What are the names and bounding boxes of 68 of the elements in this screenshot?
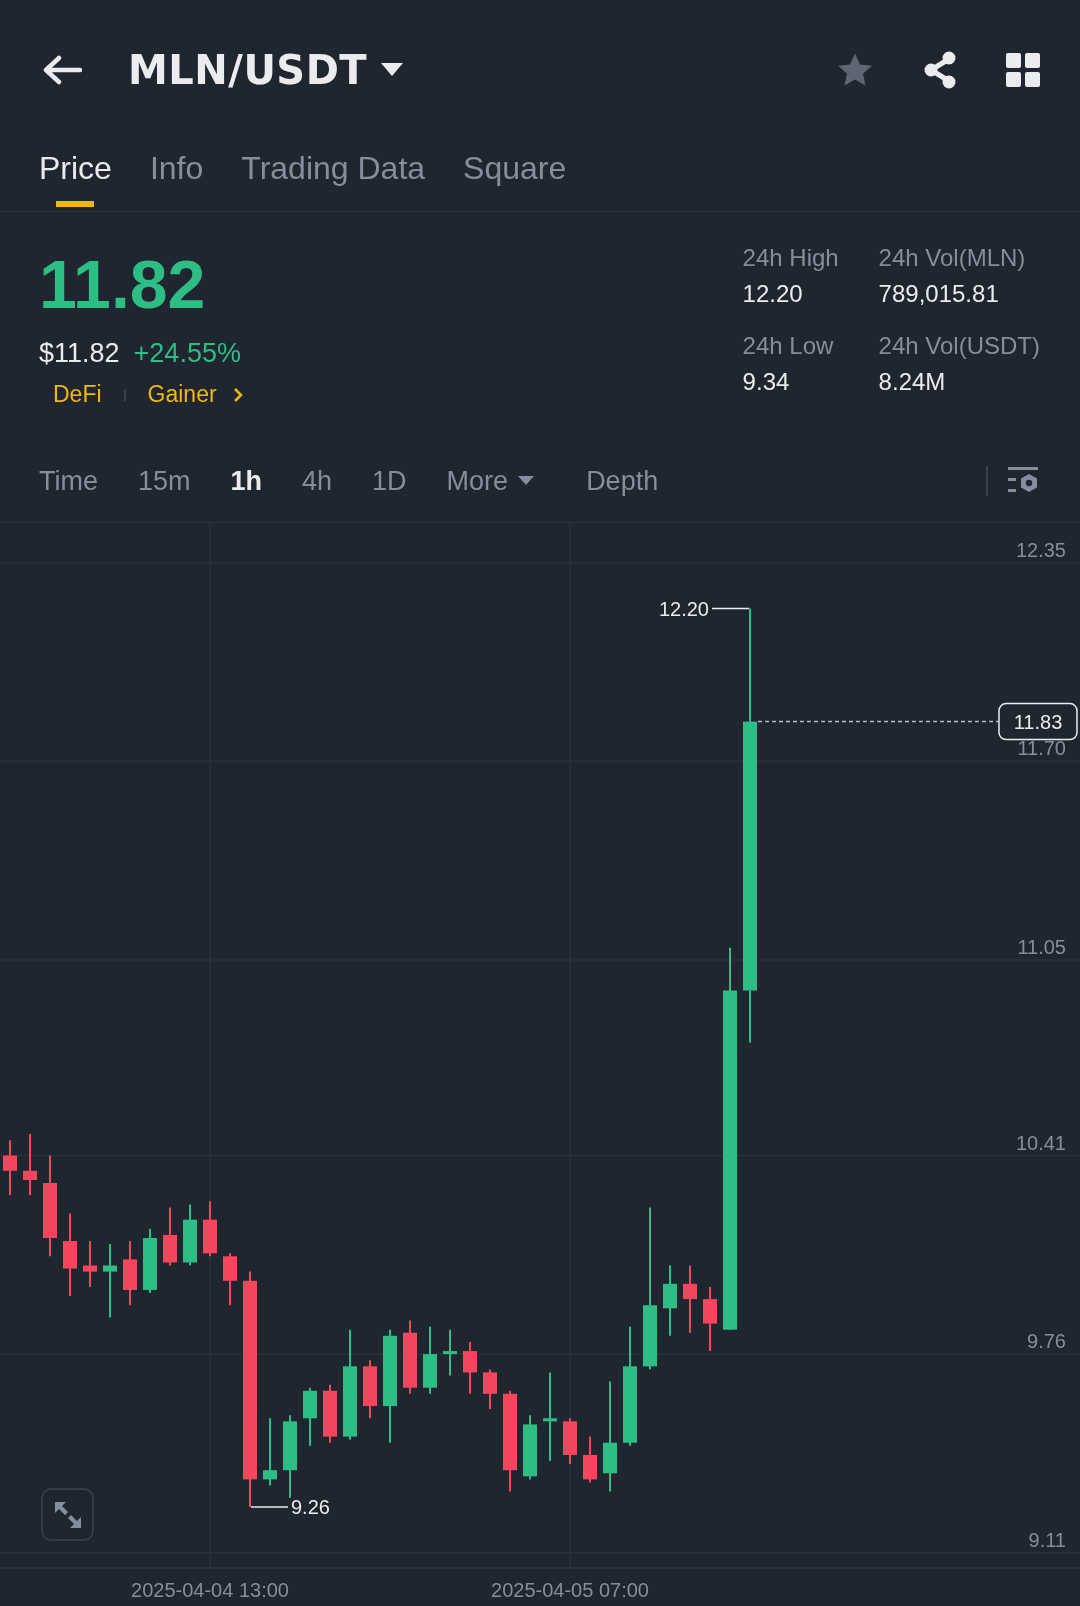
leader-line (711, 607, 750, 610)
tag-link[interactable]: DeFi (53, 381, 102, 408)
candlestick (23, 1133, 37, 1197)
high-label: 12.20 (658, 597, 709, 620)
candlestick (3, 1139, 17, 1197)
stat-label: 24h High (742, 244, 840, 272)
candlestick (123, 1240, 137, 1307)
candlestick (323, 1383, 337, 1444)
axis-label: 12.35 (1015, 538, 1066, 561)
chevron-icon[interactable] (232, 386, 243, 403)
tag-link[interactable]: Gainer (147, 381, 217, 408)
chart-settings-icon[interactable] (1008, 467, 1040, 495)
stat-label: 24h Low (742, 332, 835, 360)
tab[interactable]: Trading Data (241, 140, 426, 212)
low-label: 9.26 (291, 1495, 330, 1518)
candlestick (363, 1359, 377, 1420)
axis-label: 9.76 (1027, 1330, 1066, 1353)
candlestick (563, 1417, 577, 1466)
candlestick (683, 1264, 697, 1334)
interval-tab[interactable]: 4h (302, 465, 333, 497)
pair-title[interactable]: MLN/USDT (128, 47, 368, 93)
stat-value: 8.24M (878, 368, 947, 396)
candlestick (223, 1252, 237, 1307)
price-tag: 11.83 (998, 702, 1078, 741)
interval-tab[interactable]: More (446, 465, 535, 497)
stat-value: 9.34 (742, 368, 791, 396)
candlestick (303, 1386, 317, 1447)
candlestick (203, 1200, 217, 1258)
candlestick (583, 1435, 597, 1484)
tab[interactable]: Square (463, 140, 567, 212)
stat-value: 12.20 (742, 280, 804, 308)
axis-label: 10.41 (1015, 1131, 1066, 1154)
back-icon[interactable] (42, 55, 82, 85)
axis-label: 2025-04-05 07:00 (491, 1579, 649, 1601)
interval-tab[interactable]: 1h (230, 465, 263, 497)
axis-label: 2025-04-04 13:00 (131, 1579, 289, 1601)
leader-line (250, 1506, 289, 1508)
interval-tab[interactable]: 15m (138, 465, 191, 497)
interval-tab[interactable]: Time (39, 465, 98, 497)
annotation: 11.83 (1013, 710, 1063, 733)
price-change: +24.55% (133, 338, 241, 369)
stat-value: 789,015.81 (878, 280, 1000, 308)
candlestick (483, 1368, 497, 1411)
candlestick (263, 1417, 277, 1487)
candlestick (83, 1240, 97, 1288)
interval-tab[interactable]: Depth (586, 465, 659, 497)
interval-tab[interactable]: 1D (372, 465, 407, 497)
last-price: 11.82 (39, 250, 207, 318)
candlestick (423, 1325, 437, 1395)
tab[interactable]: Info (149, 140, 204, 212)
tab[interactable]: Price (39, 140, 112, 212)
candlestick (523, 1414, 537, 1481)
stat-label: 24h Vol(USDT) (878, 332, 1040, 360)
stat-label: 24h Vol(MLN) (878, 244, 1027, 272)
share-icon[interactable] (922, 51, 958, 89)
candlestick (703, 1285, 717, 1353)
grid-icon[interactable] (1006, 53, 1040, 87)
candlestick (163, 1206, 177, 1267)
candlestick (143, 1227, 157, 1294)
axis-label: 9.11 (1028, 1528, 1066, 1551)
fiat-price: $11.82 (39, 338, 120, 369)
candlestick (443, 1328, 457, 1377)
dropdown-icon[interactable] (381, 63, 404, 77)
star-icon[interactable] (836, 52, 874, 88)
candlestick (183, 1203, 197, 1267)
axis-label: 11.05 (1017, 935, 1066, 958)
candlestick (463, 1340, 477, 1395)
expand-button[interactable] (41, 1488, 94, 1541)
